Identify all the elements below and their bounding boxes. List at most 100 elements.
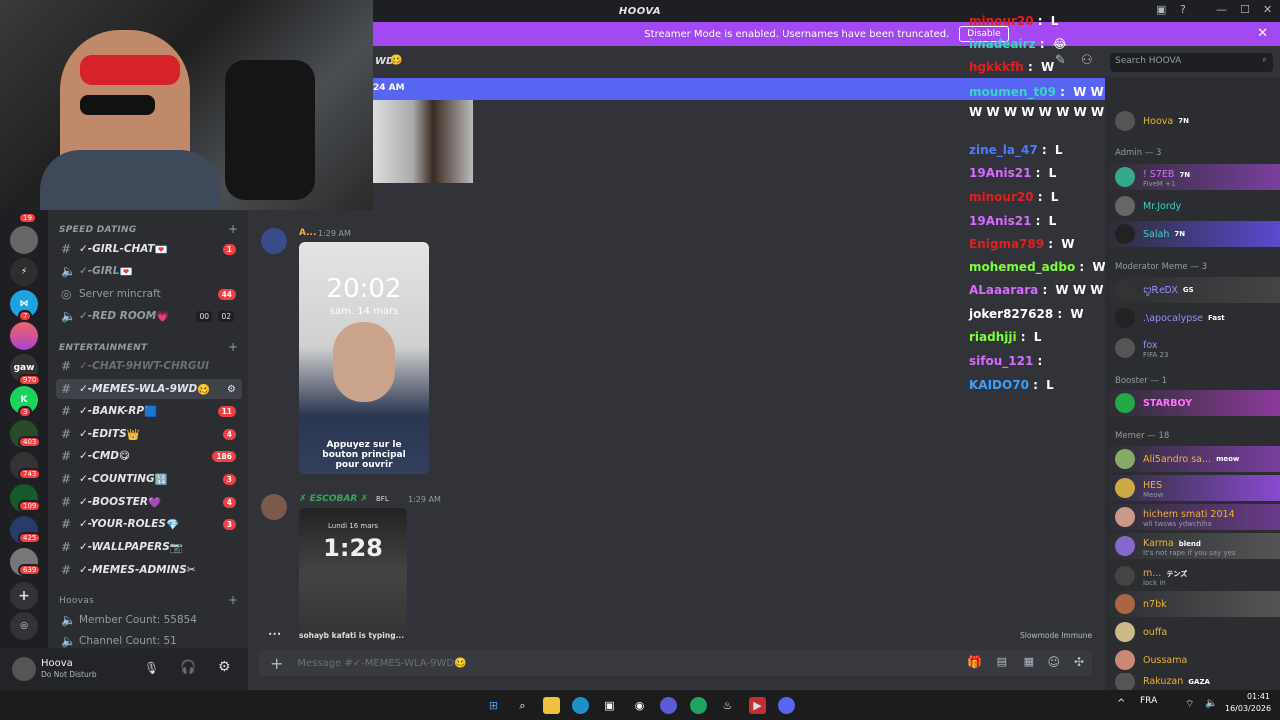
member-row[interactable]: Oussama bbox=[1105, 647, 1280, 673]
member-row[interactable]: n7bk bbox=[1105, 591, 1280, 617]
app-icon[interactable] bbox=[660, 697, 677, 714]
channel-girl-chat[interactable]: # ✓-GIRL-CHAT 💌 1 bbox=[56, 239, 242, 259]
headphones-icon[interactable]: 🎧 bbox=[180, 660, 196, 675]
discord-taskbar-icon[interactable] bbox=[778, 697, 795, 714]
obs-icon[interactable]: ▶ bbox=[749, 697, 766, 714]
pin-icon[interactable]: ✎ bbox=[1055, 53, 1066, 68]
hashtag-icon: # bbox=[61, 495, 72, 509]
channel-counting[interactable]: # ✓-COUNTING 🔢 3 bbox=[56, 469, 242, 489]
message-author[interactable]: A... bbox=[299, 228, 316, 238]
member-row[interactable]: STARBOY bbox=[1105, 390, 1280, 416]
add-channel-icon[interactable]: + bbox=[228, 340, 238, 354]
channel-cmd[interactable]: # ✓-CMD 😋 186 bbox=[56, 446, 242, 466]
category-entertainment[interactable]: ENTERTAINMENT bbox=[59, 343, 147, 353]
category-speed-dating[interactable]: SPEED DATING bbox=[59, 225, 137, 235]
server-icon-4[interactable] bbox=[10, 322, 38, 350]
member-avatar bbox=[1115, 673, 1135, 690]
volume-icon[interactable]: 🔈 bbox=[1205, 698, 1217, 709]
channel-bank-rp[interactable]: # ✓-BANK-RP 🟦 11 bbox=[56, 401, 242, 421]
maximize-button[interactable]: ☐ bbox=[1240, 3, 1250, 16]
member-row[interactable]: .\apocalypse Fast bbox=[1105, 305, 1280, 331]
chrome-icon[interactable] bbox=[690, 697, 707, 714]
github-icon[interactable]: ◉ bbox=[631, 697, 648, 714]
author-avatar[interactable] bbox=[261, 494, 287, 520]
sticker-icon[interactable]: ▦ bbox=[1024, 655, 1034, 668]
speaker-icon: 🔈 bbox=[61, 634, 76, 648]
member-row[interactable]: ouffa bbox=[1105, 619, 1280, 645]
channel-emoji-icon: 🥴 bbox=[390, 55, 403, 66]
member-row[interactable]: Mr.Jordy bbox=[1105, 193, 1280, 219]
phone-screenshot-attachment[interactable]: Lundi 16 mars 1:28 bbox=[299, 508, 407, 638]
message-author[interactable]: ✗ ESCOBAR ✗ bbox=[299, 494, 368, 504]
add-server-icon[interactable]: + bbox=[10, 582, 38, 610]
member-list-icon[interactable]: ⚇ bbox=[1081, 53, 1093, 68]
mic-icon[interactable]: 🎙 bbox=[144, 661, 159, 675]
input-language[interactable]: FRA bbox=[1140, 696, 1157, 706]
channel-edits[interactable]: # ✓-EDITS 👑 4 bbox=[56, 424, 242, 444]
add-channel-icon[interactable]: + bbox=[228, 222, 238, 236]
help-icon[interactable]: ? bbox=[1180, 3, 1186, 16]
channel-chat-9hwt[interactable]: # ✓-CHAT-9HWT-CHRGUI bbox=[56, 356, 242, 376]
channel-red-room[interactable]: 🔈 ✓-RED ROOM 💗 00 02 bbox=[56, 306, 242, 326]
close-banner-icon[interactable]: ✕ bbox=[1257, 26, 1268, 41]
minimize-button[interactable]: — bbox=[1216, 3, 1227, 16]
steam-icon[interactable]: ♨ bbox=[719, 697, 736, 714]
previous-attachment-image[interactable] bbox=[373, 100, 473, 183]
member-owner[interactable]: Hoova 7N bbox=[1105, 108, 1280, 134]
member-row[interactable]: Karma blend It's not rape if you say yes bbox=[1105, 533, 1280, 559]
channel-your-roles[interactable]: # ✓-YOUR-ROLES 💎 3 bbox=[56, 514, 242, 534]
channel-channel-count[interactable]: 🔈 Channel Count: 51 bbox=[56, 631, 242, 648]
unread-badge: 3 bbox=[222, 473, 236, 485]
emoji-icon[interactable]: ☺ bbox=[1047, 655, 1060, 669]
channel-wallpapers[interactable]: # ✓-WALLPAPERS 📷 bbox=[56, 537, 242, 557]
member-row[interactable]: ! S7EB 7N FiveM +1 bbox=[1105, 164, 1280, 190]
overlay-chat-message: L bbox=[1054, 143, 1063, 157]
member-row[interactable]: fox FIFA 23 bbox=[1105, 335, 1280, 361]
member-row[interactable]: hichem smati 2014 wli twsws ydwchlha bbox=[1105, 504, 1280, 530]
author-avatar[interactable] bbox=[261, 228, 287, 254]
gif-icon[interactable]: ▤ bbox=[997, 655, 1007, 668]
member-row[interactable]: Salah 7N bbox=[1105, 221, 1280, 247]
overlay-chat-line: 19Anis21 : L bbox=[969, 214, 1056, 228]
gift-icon[interactable]: 🎁 bbox=[967, 655, 982, 669]
phone-screenshot-attachment[interactable]: 20:02 sam. 14 mars Appuyez sur le bouton… bbox=[299, 242, 429, 474]
channel-booster[interactable]: # ✓-BOOSTER 💜 4 bbox=[56, 492, 242, 512]
edge-icon[interactable] bbox=[572, 697, 589, 714]
channel-settings-icon[interactable]: ⚙ bbox=[227, 384, 236, 395]
tray-chevron-icon[interactable]: ^ bbox=[1117, 698, 1125, 709]
user-avatar[interactable] bbox=[12, 657, 36, 681]
member-row[interactable]: Rakuzan GAZA bbox=[1105, 673, 1280, 690]
member-row[interactable]: ꨄᎡeᎠX GS bbox=[1105, 277, 1280, 303]
wifi-icon[interactable]: ⌔ bbox=[1185, 698, 1194, 711]
search-taskbar-icon[interactable]: ⌕ bbox=[514, 697, 531, 714]
message-composer[interactable]: + Message #✓-MEMES-WLA-9WD🥴 🎁 ▤ ▦ ☺ ✣ bbox=[258, 650, 1092, 676]
channel-member-count[interactable]: 🔈 Member Count: 55854 bbox=[56, 610, 242, 630]
apps-icon[interactable]: ✣ bbox=[1074, 655, 1084, 669]
add-channel-icon[interactable]: + bbox=[228, 593, 238, 607]
inbox-icon[interactable]: ▣ bbox=[1156, 3, 1166, 16]
member-row[interactable]: Ali5andro sa... meow bbox=[1105, 446, 1280, 472]
overlay-chat-separator: : bbox=[1031, 166, 1045, 180]
settings-icon[interactable]: ⚙ bbox=[218, 659, 231, 675]
channel-server-mincraft[interactable]: ◎ Server mincraft 44 bbox=[56, 284, 242, 304]
channel-memes-wla-9wd[interactable]: # ✓-MEMES-WLA-9WD 🥴 ⚙ bbox=[56, 379, 242, 399]
attach-plus-icon[interactable]: + bbox=[270, 654, 283, 673]
clock-date[interactable]: 16/03/2026 bbox=[1225, 704, 1271, 713]
store-icon[interactable]: ▣ bbox=[601, 697, 618, 714]
channel-girl-voice[interactable]: 🔈 ✓-GIRL 💌 bbox=[56, 261, 242, 281]
close-window-button[interactable]: ✕ bbox=[1263, 3, 1272, 16]
member-row[interactable]: m... テンズ lock in bbox=[1105, 563, 1280, 589]
server-icon-1[interactable] bbox=[10, 226, 38, 254]
search-input[interactable]: Search HOOVA ⌕ bbox=[1110, 53, 1273, 72]
server-icon-2[interactable]: ⚡ bbox=[10, 258, 38, 286]
member-row[interactable]: HES Meow bbox=[1105, 475, 1280, 501]
file-explorer-icon[interactable] bbox=[543, 697, 560, 714]
channel-memes-admins[interactable]: # ✓-MEMES-ADMINS ✂ bbox=[56, 560, 242, 580]
category-hoovas[interactable]: Hoovas bbox=[59, 596, 94, 606]
server-rail: ⚡ ⋈ gaw K + ◎ 19 7 970 3 403 743 109 425… bbox=[0, 210, 48, 690]
start-icon[interactable]: ⊞ bbox=[485, 697, 502, 714]
clock-time[interactable]: 01:41 bbox=[1235, 692, 1270, 701]
phone-clock: 20:02 bbox=[326, 274, 402, 304]
overlay-chat-line: sifou_121 : bbox=[969, 354, 1046, 368]
discover-icon[interactable]: ◎ bbox=[10, 612, 38, 640]
